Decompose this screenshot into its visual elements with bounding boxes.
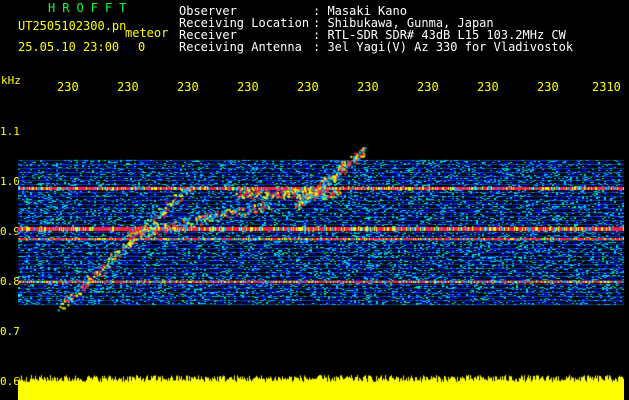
y-tick-label: 0.6 xyxy=(0,375,20,388)
x-tick-label: 230 xyxy=(477,80,499,94)
event-type-label: meteor xyxy=(125,26,169,40)
x-tick-label: 230 xyxy=(117,80,139,94)
y-tick-label: 1.0 xyxy=(0,175,20,188)
y-axis-unit: kHz xyxy=(1,74,21,87)
x-tick-label: 230 xyxy=(237,80,259,94)
event-count: 0 xyxy=(138,40,146,54)
antenna-value: : 3el Yagi(V) Az 330 for Vladivostok xyxy=(313,40,574,54)
x-tick-label: 230 xyxy=(177,80,199,94)
date-time: 25.05.10 23:00 xyxy=(18,40,120,54)
spectrogram-waterfall xyxy=(18,95,624,400)
x-tick-label: 230 xyxy=(297,80,319,94)
antenna-label: Receiving Antenna xyxy=(179,40,302,54)
y-tick-label: 1.1 xyxy=(0,125,20,138)
y-tick-label: 0.8 xyxy=(0,275,20,288)
x-tick-label: 2310 xyxy=(592,80,621,94)
y-tick-label: 0.7 xyxy=(0,325,20,338)
y-tick-label: 0.9 xyxy=(0,225,20,238)
x-tick-label: 230 xyxy=(357,80,379,94)
app-title: HROFFT xyxy=(48,1,134,15)
x-tick-label: 230 xyxy=(417,80,439,94)
file-name: UT2505102300.pn xyxy=(18,19,127,33)
x-tick-label: 230 xyxy=(537,80,559,94)
x-tick-label: 230 xyxy=(57,80,79,94)
